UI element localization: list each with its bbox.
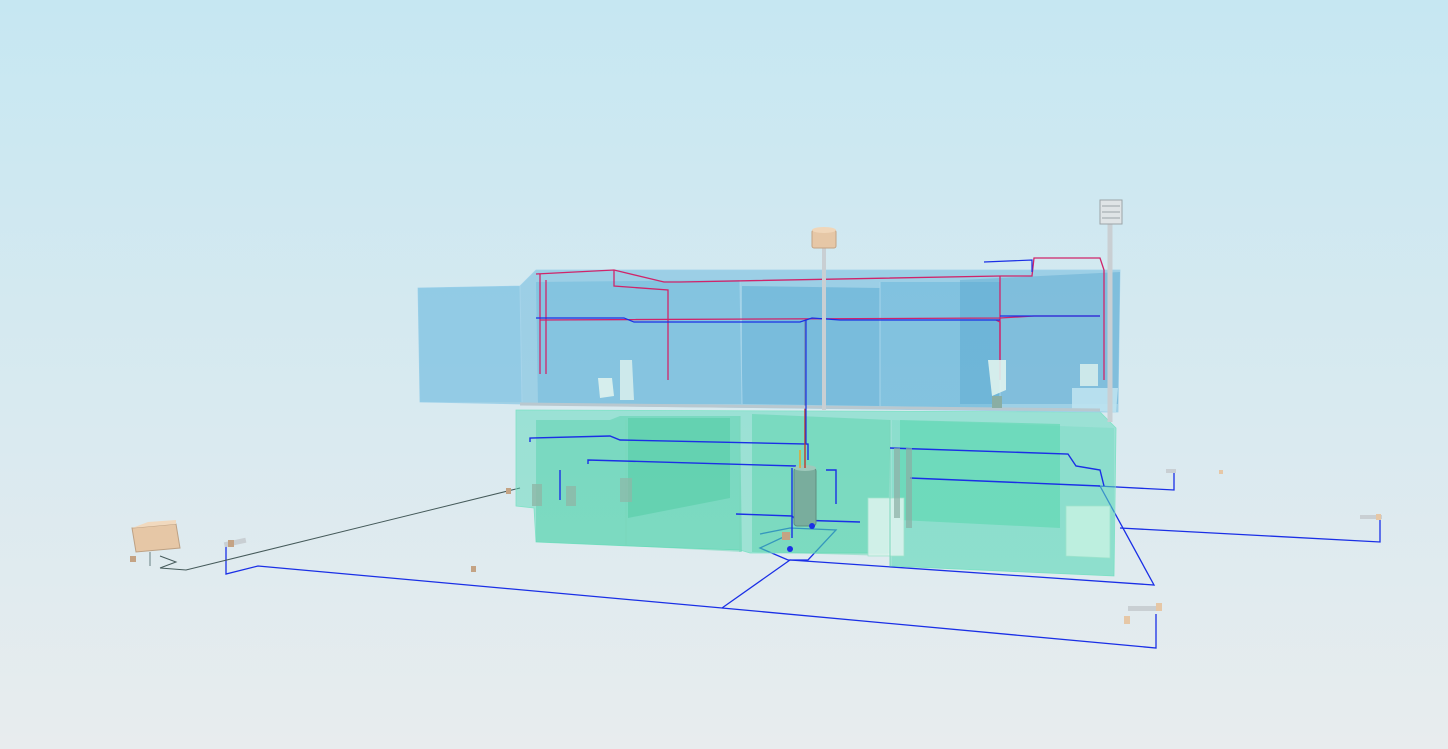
plumbing-3d-scene[interactable] [0, 0, 1448, 749]
upper-floor-block[interactable] [417, 269, 1121, 413]
3d-model-viewport[interactable] [0, 0, 1448, 749]
